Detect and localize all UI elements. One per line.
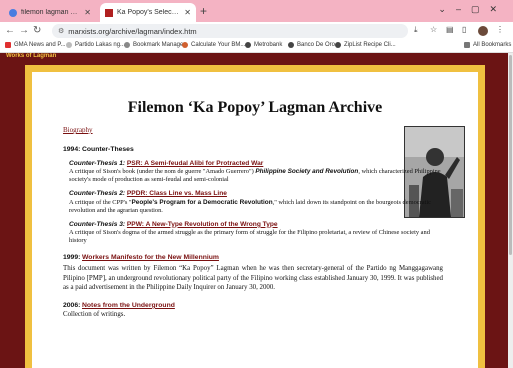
youtube-icon [5, 42, 11, 48]
calculator-icon [182, 42, 188, 48]
year-label: 1999: [63, 254, 81, 262]
scrollbar-thumb[interactable] [509, 55, 512, 255]
address-bar[interactable]: ⚙ marxists.org/archive/lagman/index.htm [52, 24, 408, 38]
thesis-item: Counter-Thesis 3: PPW: A New-Type Revolu… [69, 221, 448, 245]
thesis-link[interactable]: PPDR: Class Line vs. Mass Line [127, 190, 227, 197]
notes-link[interactable]: Notes from the Underground [82, 302, 175, 309]
star-icon[interactable]: ☆ [430, 25, 437, 34]
all-bookmarks-label: All Bookmarks [473, 42, 512, 48]
bookmark-item[interactable]: ZipList Recipe Cli... [335, 42, 396, 48]
year-label: 2006: [63, 301, 81, 309]
scrollbar[interactable] [508, 53, 513, 368]
globe-icon [245, 42, 251, 48]
bookmark-item[interactable]: GMA News and P... [5, 42, 66, 48]
thesis-desc-emphasis: Philippine Society and Revolution [255, 168, 359, 176]
avatar[interactable] [478, 26, 488, 36]
sidebar-icon[interactable]: ▯ [462, 25, 466, 34]
new-tab-button[interactable]: + [200, 4, 207, 18]
bookmark-item[interactable]: Banco De Oro [288, 42, 335, 48]
works-of-lagman-label: Works of Lagman [6, 53, 57, 59]
reload-icon[interactable]: ↻ [33, 24, 41, 38]
page-title: Filemon ‘Ka Popoy’ Lagman Archive [127, 99, 383, 116]
bookmarks-bar: GMA News and P... Partido Lakas ng... Bo… [0, 40, 513, 53]
thesis-label: Counter-Thesis 1: [69, 160, 126, 168]
thesis-label: Counter-Thesis 2: [69, 190, 126, 198]
toolbar: ← → ↻ ⚙ marxists.org/archive/lagman/inde… [0, 22, 513, 40]
section-heading: Counter-Theses [82, 146, 134, 154]
google-icon [9, 8, 17, 17]
url-text: marxists.org/archive/lagman/index.htm [68, 26, 197, 36]
bookmark-item[interactable]: Metrobank [245, 42, 282, 48]
tab-search[interactable]: filemon lagman marxist.org - Go ✕ [4, 3, 96, 22]
thesis-link[interactable]: PSR: A Semi-feudal Alibi for Protracted … [127, 160, 263, 167]
tab-title: Ka Popoy's Selected Writings [117, 9, 181, 16]
thesis-item: Counter-Thesis 1: PSR: A Semi-feudal Ali… [69, 160, 448, 184]
download-icon[interactable]: ⤓ [414, 25, 418, 35]
tab-title: filemon lagman marxist.org - Go [21, 9, 81, 16]
menu-icon[interactable]: ⋮ [496, 25, 504, 34]
all-bookmarks[interactable]: All Bookmarks [464, 42, 511, 48]
thesis-item: Counter-Thesis 2: PPDR: Class Line vs. M… [69, 190, 448, 214]
biography-link[interactable]: Biography [63, 126, 448, 134]
bookmark-item[interactable]: Partido Lakas ng... [66, 42, 125, 48]
marxists-icon [105, 8, 113, 17]
bookmark-label: ZipList Recipe Cli... [344, 42, 396, 48]
year-label: 1994: [63, 146, 81, 154]
bookmark-label: Partido Lakas ng... [75, 42, 126, 48]
thesis-desc-emphasis: People's Program for a Democratic Revolu… [131, 198, 273, 206]
close-tab-icon[interactable]: ✕ [84, 8, 91, 17]
bookmark-label: GMA News and P... [14, 42, 66, 48]
bookmark-label: Metrobank [254, 42, 283, 48]
section-1999: 1999: Workers Manifesto for the New Mill… [63, 254, 448, 293]
star-icon [124, 42, 130, 48]
section-1994: 1994: Counter-Theses Counter-Thesis 1: P… [63, 146, 448, 245]
tab-archive[interactable]: Ka Popoy's Selected Writings ✕ [100, 3, 196, 22]
bookmark-item[interactable]: Calculate Your BM... [182, 42, 245, 48]
section-2006: 2006: Notes from the Underground Collect… [63, 302, 448, 319]
thesis-desc: A critique of Sison's book (under the no… [69, 168, 256, 176]
page-viewport: Works of Lagman Filemon ‘Ka Popoy’ Lagma… [0, 53, 513, 368]
globe-icon [288, 42, 294, 48]
main-content: Biography 1994: Counter-Theses Counter-T… [63, 126, 448, 324]
site-info-icon[interactable]: ⚙ [58, 27, 64, 35]
page-paper: Filemon ‘Ka Popoy’ Lagman Archive Biogra… [32, 72, 478, 368]
extensions-icon[interactable]: ▤ [446, 25, 454, 34]
folder-icon [464, 42, 470, 48]
window-controls[interactable]: ⌄–▢✕ [438, 4, 507, 15]
back-icon[interactable]: ← [5, 24, 15, 38]
bookmark-label: Calculate Your BM... [191, 42, 246, 48]
notes-description: Collection of writings. [63, 311, 126, 318]
globe-icon [335, 42, 341, 48]
bookmark-label: Banco De Oro [297, 42, 336, 48]
bookmark-icon [66, 42, 72, 48]
close-tab-icon[interactable]: ✕ [184, 8, 191, 17]
bookmark-label: Bookmark Manager [133, 42, 186, 48]
tab-bar: filemon lagman marxist.org - Go ✕ Ka Pop… [0, 0, 513, 22]
thesis-label: Counter-Thesis 3: [69, 220, 126, 228]
manifesto-description: This document was written by Filemon “Ka… [63, 265, 443, 292]
thesis-desc: A critique of Sison's dogma of the armed… [69, 228, 430, 244]
manifesto-link[interactable]: Workers Manifesto for the New Millennium [82, 254, 219, 261]
thesis-link[interactable]: PPW: A New-Type Revolution of the Wrong … [127, 221, 278, 228]
forward-icon[interactable]: → [19, 24, 29, 38]
thesis-desc: A critique of the CPP's " [69, 198, 132, 206]
bookmark-item[interactable]: Bookmark Manager [124, 42, 185, 48]
